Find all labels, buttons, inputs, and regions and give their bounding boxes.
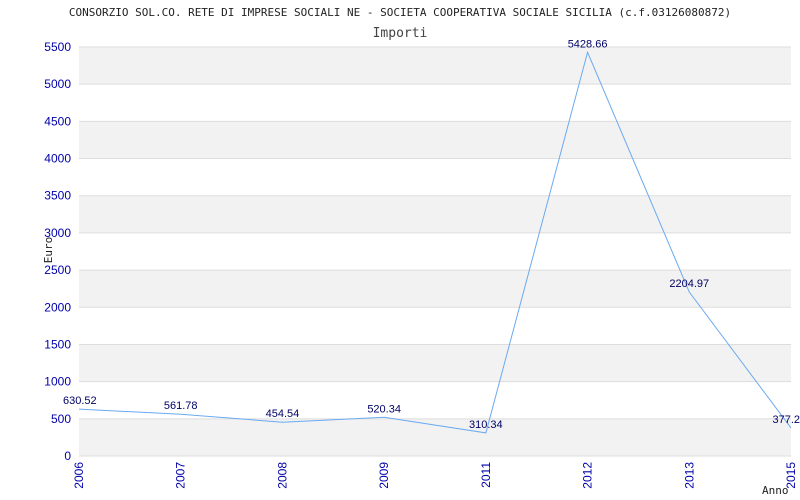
y-tick-label: 0: [64, 449, 71, 463]
y-tick-label: 2500: [44, 263, 71, 277]
data-label: 520.34: [367, 403, 401, 415]
y-tick-label: 2000: [44, 300, 71, 314]
data-label: 377.2: [772, 414, 800, 426]
x-tick-label: 2008: [275, 462, 289, 489]
data-label: 454.54: [266, 408, 300, 420]
y-tick-label: 4000: [44, 152, 71, 166]
x-tick-label: 2009: [377, 462, 391, 489]
grid-lines: [79, 46, 791, 457]
grid-band: [79, 195, 791, 233]
chart-subtitle: Importi: [373, 26, 428, 41]
grid-band: [79, 121, 791, 159]
y-tick-label: 1500: [44, 337, 71, 351]
grid-band: [79, 47, 791, 85]
line-chart: CONSORZIO SOL.CO. RETE DI IMPRESE SOCIAL…: [42, 6, 800, 497]
x-tick-label: 2007: [174, 462, 188, 489]
x-tick-label: 2012: [581, 462, 595, 489]
grid-band: [79, 344, 791, 382]
y-axis-label: Euro: [42, 237, 55, 264]
data-label: 2204.97: [669, 278, 709, 290]
y-tick-label: 4500: [44, 114, 71, 128]
x-tick-label: 2011: [479, 462, 493, 488]
x-tick-label: 2006: [72, 462, 86, 489]
x-axis-label: Anno: [762, 484, 789, 497]
x-axis-ticks: 2006 2007 2008 2009 2011 2012 2013 2015: [72, 462, 798, 489]
y-tick-label: 5000: [44, 77, 71, 91]
data-label: 630.52: [63, 395, 97, 407]
data-label: 561.78: [164, 400, 198, 412]
data-label: 5428.66: [568, 38, 608, 50]
grid-bands: [79, 47, 791, 456]
chart-title: CONSORZIO SOL.CO. RETE DI IMPRESE SOCIAL…: [69, 6, 731, 19]
x-tick-label: 2013: [682, 462, 696, 489]
y-tick-label: 3500: [44, 189, 71, 203]
y-tick-label: 1000: [44, 375, 71, 389]
y-tick-label: 500: [51, 412, 71, 426]
y-tick-label: 5500: [44, 40, 71, 54]
grid-band: [79, 418, 791, 456]
data-label: 310.34: [469, 419, 503, 431]
